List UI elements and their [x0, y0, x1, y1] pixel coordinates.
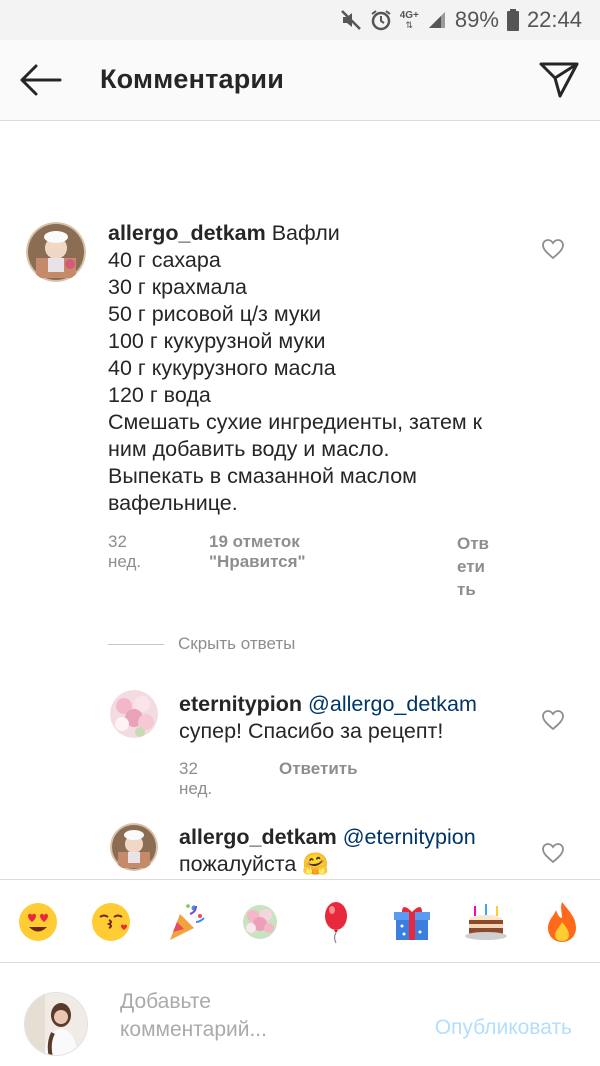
comment-line: ним добавить воду и масло.: [108, 437, 390, 461]
reply-text: пожалуйста 🤗: [179, 852, 330, 876]
comment-line: 40 г кукурузного масла: [108, 356, 336, 380]
arrow-left-icon[interactable]: [18, 62, 62, 98]
comment-line: Выпекать в смазанной маслом: [108, 464, 417, 488]
comment-line: 40 г сахара: [108, 248, 221, 272]
hide-replies-button[interactable]: Скрыть ответы: [108, 632, 295, 656]
party-popper-emoji[interactable]: [162, 898, 210, 946]
comment-line: 120 г вода: [108, 383, 211, 407]
birthday-cake-emoji[interactable]: [462, 898, 510, 946]
comment-line: Смешать сухие ингредиенты, затем к: [108, 410, 483, 434]
status-icons: 4G+ ⇅ 89% 22:44: [340, 6, 582, 34]
reply-label[interactable]: Ответить: [279, 759, 358, 778]
emoji-bar: [0, 879, 600, 963]
avatar[interactable]: [110, 690, 158, 738]
network-label: 4G+: [399, 9, 419, 21]
current-user-avatar: [24, 992, 88, 1056]
mention-link[interactable]: @allergo_detkam: [308, 692, 477, 716]
reply-label-part[interactable]: Отв: [457, 532, 489, 555]
comment-username[interactable]: allergo_detkam: [108, 221, 266, 245]
battery-icon: [506, 9, 519, 31]
publish-button[interactable]: Опубликовать: [435, 1016, 572, 1040]
network-icon: 4G+ ⇅: [399, 9, 419, 30]
mention-link[interactable]: @eternitypion: [343, 825, 476, 849]
heart-icon[interactable]: [541, 842, 565, 864]
comment-input-row: Добавьте комментарий... Опубликовать: [0, 964, 600, 1066]
bouquet-emoji[interactable]: [236, 898, 284, 946]
reply-text: супер! Спасибо за рецепт!: [179, 719, 444, 743]
placeholder-line: Добавьте: [120, 990, 211, 1013]
reply-username[interactable]: eternitypion: [179, 692, 302, 716]
placeholder-line: комментарий...: [120, 1018, 267, 1041]
comment-time: 32 нед.: [108, 532, 142, 571]
balloon-emoji[interactable]: [312, 898, 360, 946]
divider: [108, 643, 164, 645]
clock: 22:44: [526, 7, 582, 32]
hide-replies-label[interactable]: Скрыть ответы: [178, 634, 295, 654]
comment-line: Вафли: [271, 221, 340, 245]
comment-line: 50 г рисовой ц/з муки: [108, 302, 322, 326]
reply-button[interactable]: Ответить: [279, 759, 358, 779]
comment-input[interactable]: Добавьте комментарий...: [120, 988, 390, 1044]
comment-body: allergo_detkam Вафли 40 г сахара 30 г кр…: [108, 220, 548, 517]
mute-icon: [340, 10, 361, 30]
avatar[interactable]: [26, 222, 86, 282]
comment-line: вафельнице.: [108, 491, 238, 515]
likes-label[interactable]: 19 отметок "Нравится": [209, 532, 306, 571]
comment-line: 30 г крахмала: [108, 275, 248, 299]
reply-button[interactable]: Отв ети ть: [457, 532, 489, 601]
paper-plane-icon[interactable]: [538, 58, 580, 100]
page-title: Комментарии: [100, 64, 285, 94]
alarm-icon: [371, 10, 391, 31]
likes-count[interactable]: 19 отметок "Нравится": [209, 532, 306, 572]
reply-body: eternitypion @allergo_detkam супер! Спас…: [179, 691, 539, 745]
heart-eyes-emoji[interactable]: [14, 898, 62, 946]
heart-icon[interactable]: [541, 238, 565, 260]
header: Комментарии: [0, 40, 600, 121]
signal-icon: [428, 12, 445, 28]
comment-line: 100 г кукурузной муки: [108, 329, 326, 353]
reply-body: allergo_detkam @eternitypion пожалуйста …: [179, 824, 539, 878]
status-bar: 4G+ ⇅ 89% 22:44: [0, 0, 600, 40]
reply-time: 32 нед.: [179, 759, 213, 798]
kissing-emoji[interactable]: [87, 898, 135, 946]
battery-percent: 89%: [454, 7, 499, 32]
reply-username[interactable]: allergo_detkam: [179, 825, 337, 849]
reply-label-part[interactable]: ть: [457, 578, 489, 601]
fire-emoji[interactable]: [538, 898, 586, 946]
heart-icon[interactable]: [541, 709, 565, 731]
gift-emoji[interactable]: [388, 898, 436, 946]
reply-label-part[interactable]: ети: [457, 555, 489, 578]
avatar[interactable]: [110, 823, 158, 871]
